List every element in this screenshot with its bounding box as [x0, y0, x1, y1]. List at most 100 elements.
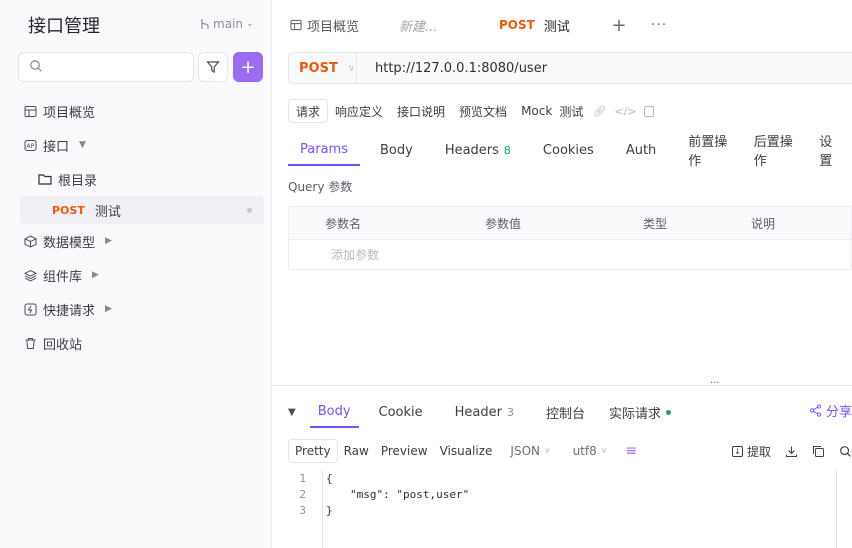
method-select[interactable]: POST ∨: [289, 53, 357, 83]
drag-handle-icon[interactable]: ···: [710, 378, 720, 389]
link-icon[interactable]: 🔗︎: [592, 105, 606, 118]
sidebar-item-label: 回收站: [43, 337, 83, 353]
extract-icon: ↓: [731, 445, 743, 457]
tab-post-test[interactable]: POST 测试: [481, 0, 599, 50]
add-param-input[interactable]: 添加参数: [289, 246, 485, 263]
caret-right-icon: ▶: [105, 236, 112, 246]
table-row: 添加参数: [289, 239, 851, 269]
svg-text:AP: AP: [27, 143, 35, 150]
panel-icon[interactable]: [644, 105, 655, 117]
tab-label: 新建...: [399, 19, 438, 35]
share-button[interactable]: 分享: [809, 401, 852, 420]
caret-down-icon: ▼: [79, 140, 86, 150]
tab-post-operations[interactable]: 后置操作: [742, 134, 807, 169]
tab-settings[interactable]: 设置: [807, 134, 852, 169]
param-tabs: Params Body Headers 8 Cookies Auth 前置操作 …: [288, 134, 852, 169]
branch-selector[interactable]: main ⌄: [200, 17, 254, 31]
subtab-response-definition[interactable]: 响应定义: [328, 99, 390, 123]
code-area: [322, 470, 836, 548]
sidebar-item-root-folder[interactable]: 根目录: [0, 162, 272, 196]
sidebar-item-components[interactable]: 组件库 ▶: [0, 258, 272, 292]
content-type-value: JSON: [510, 444, 540, 458]
tab-headers[interactable]: Headers 8: [433, 134, 523, 166]
query-params-label: Query 参数: [288, 180, 353, 194]
wrap-lines-icon[interactable]: ≡: [625, 443, 637, 459]
sidebar-item-api[interactable]: AP 接口 ▼: [0, 128, 272, 162]
content-type-select[interactable]: JSON ∨: [504, 439, 556, 463]
method-value: POST: [299, 60, 338, 76]
encoding-value: utf8: [572, 444, 597, 458]
subtab-mock[interactable]: Mock: [514, 99, 559, 123]
line-number: 2: [299, 487, 306, 501]
chevron-down-icon: ∨: [543, 446, 551, 456]
tab-label: Headers: [444, 142, 499, 158]
url-bar: POST ∨ http://127.0.0.1:8080/user: [288, 52, 852, 84]
sidebar-item-label: 根目录: [58, 173, 98, 189]
format-preview[interactable]: Preview: [375, 439, 434, 463]
tab-response-body[interactable]: Body: [309, 396, 359, 428]
doc-subtabs: 请求 响应定义 接口说明 预览文档 Mock 测试 🔗︎ </>: [288, 98, 655, 124]
subtab-request[interactable]: 请求: [288, 99, 329, 123]
tab-pre-operations[interactable]: 前置操作: [676, 134, 741, 169]
sidebar-item-quick-requests[interactable]: 快捷请求 ▶: [0, 292, 272, 326]
sidebar-nav: 项目概览 AP 接口 ▼ 根目录 POST 测试 数据模型 ▶ 组件库 ▶ 快捷…: [0, 94, 272, 360]
sidebar-item-label: 项目概览: [43, 105, 96, 121]
format-pretty[interactable]: Pretty: [288, 439, 338, 463]
tab-actual-request[interactable]: 实际请求: [597, 396, 683, 428]
download-icon[interactable]: [785, 445, 798, 458]
format-raw[interactable]: Raw: [338, 439, 375, 463]
tab-response-header[interactable]: Header 3: [443, 396, 526, 428]
filter-button[interactable]: [198, 52, 228, 82]
subtab-preview-doc[interactable]: 预览文档: [452, 99, 514, 123]
tab-label: 测试: [543, 19, 570, 35]
sidebar-item-trash[interactable]: 回收站: [0, 326, 272, 360]
chevron-down-icon: ⌄: [245, 19, 254, 29]
tab-response-cookie[interactable]: Cookie: [367, 396, 435, 428]
tab-new[interactable]: 新建...: [377, 0, 481, 50]
query-params-table: 参数名 参数值 类型 说明 添加参数: [288, 206, 852, 270]
trash-icon: [25, 337, 36, 349]
sidebar-item-label: 测试: [94, 204, 121, 220]
unsaved-dot-icon: [247, 208, 252, 213]
tab-overview[interactable]: 项目概览: [272, 0, 377, 50]
sidebar-item-post-test[interactable]: POST 测试: [20, 196, 264, 224]
format-visualize[interactable]: Visualize: [434, 439, 499, 463]
sidebar-item-data-models[interactable]: 数据模型 ▶: [0, 224, 272, 258]
api-icon: AP: [24, 139, 37, 151]
sidebar-item-label: 快捷请求: [43, 303, 96, 319]
chevron-down-icon: ∨: [600, 446, 608, 456]
new-tab-button[interactable]: +: [599, 15, 639, 36]
encoding-select[interactable]: utf8 ∨: [567, 439, 614, 463]
tab-params[interactable]: Params: [288, 134, 360, 166]
tab-label: 实际请求: [609, 406, 662, 422]
scrollbar[interactable]: [836, 470, 852, 548]
tab-body[interactable]: Body: [368, 134, 425, 166]
subtab-test[interactable]: 测试: [559, 99, 590, 123]
line-number: 1: [299, 471, 306, 485]
code-icon[interactable]: </>: [614, 105, 636, 118]
plus-icon: +: [240, 56, 256, 78]
search-input[interactable]: [18, 52, 194, 82]
add-button[interactable]: +: [233, 52, 263, 82]
header-count: 3: [507, 405, 514, 419]
url-input[interactable]: http://127.0.0.1:8080/user: [357, 61, 547, 76]
more-icon: ···: [650, 17, 668, 33]
extract-button[interactable]: ↓ 提取: [731, 443, 771, 460]
response-body-viewer[interactable]: 1 { 2 "msg" : "post,user" 3 }: [288, 470, 852, 548]
subtab-api-description[interactable]: 接口说明: [390, 99, 452, 123]
sidebar-item-overview[interactable]: 项目概览: [0, 94, 272, 128]
tab-auth[interactable]: Auth: [614, 134, 668, 166]
format-bar: Pretty Raw Preview Visualize JSON ∨ utf8…: [288, 438, 852, 464]
tab-label: Header: [454, 404, 502, 420]
pane-splitter[interactable]: [272, 385, 852, 386]
response-tabs: ▼ Body Cookie Header 3 控制台 实际请求: [288, 396, 852, 428]
search-icon[interactable]: [839, 445, 852, 458]
more-tabs-button[interactable]: ···: [639, 17, 679, 33]
chevron-down-icon: ∨: [347, 62, 356, 74]
copy-icon[interactable]: [812, 445, 825, 458]
collapse-chevron-icon[interactable]: ▼: [288, 407, 296, 418]
tab-cookies[interactable]: Cookies: [531, 134, 606, 166]
sidebar-title: 接口管理: [28, 16, 100, 37]
quick-request-icon: [24, 303, 37, 315]
tab-console[interactable]: 控制台: [534, 396, 597, 428]
